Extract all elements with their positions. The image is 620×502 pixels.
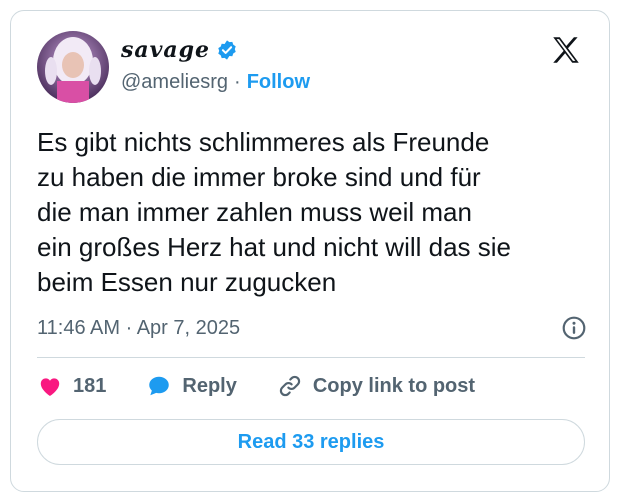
copy-link-button[interactable]: Copy link to post — [277, 373, 475, 399]
author-name-row: savage — [121, 37, 238, 63]
read-replies-button[interactable]: Read 33 replies — [37, 419, 585, 465]
tweet-timestamp[interactable]: 11:46 AM · Apr 7, 2025 — [37, 317, 240, 340]
like-count: 181 — [73, 374, 107, 397]
author-handle-row: @ameliesrg · Follow — [121, 71, 310, 94]
copy-link-label: Copy link to post — [312, 374, 476, 397]
heart-icon — [37, 373, 63, 399]
tweet-text: Es gibt nichts schlimmeres als Freunde z… — [37, 125, 597, 300]
reply-label: Reply — [182, 374, 237, 397]
tweet-text-line: beim Essen nur zugucken — [37, 267, 337, 297]
divider — [37, 357, 585, 358]
link-icon — [277, 373, 303, 399]
tweet-text-line: die man immer zahlen muss weil man — [37, 197, 472, 227]
avatar[interactable] — [37, 31, 109, 103]
info-icon[interactable] — [561, 315, 587, 341]
separator-dot: · — [234, 71, 241, 93]
author-display-name[interactable]: savage — [121, 37, 210, 63]
verified-badge-icon — [216, 39, 238, 61]
tweet-card: savage @ameliesrg · Follow Es gibt nicht… — [10, 10, 610, 492]
tweet-meta-row: 11:46 AM · Apr 7, 2025 — [37, 315, 587, 341]
tweet-text-line: zu haben die immer broke sind und für — [37, 162, 481, 192]
tweet-text-line: Es gibt nichts schlimmeres als Freunde — [37, 127, 490, 157]
like-button[interactable]: 181 — [37, 373, 106, 399]
tweet-actions: 181 Reply Copy link to post — [37, 373, 515, 399]
author-handle[interactable]: @ameliesrg — [121, 71, 228, 94]
tweet-text-line: ein großes Herz hat und nicht will das s… — [37, 232, 512, 262]
x-logo-icon[interactable] — [549, 33, 583, 67]
follow-button[interactable]: Follow — [247, 71, 310, 94]
reply-button[interactable]: Reply — [146, 373, 237, 399]
reply-bubble-icon — [146, 373, 172, 399]
